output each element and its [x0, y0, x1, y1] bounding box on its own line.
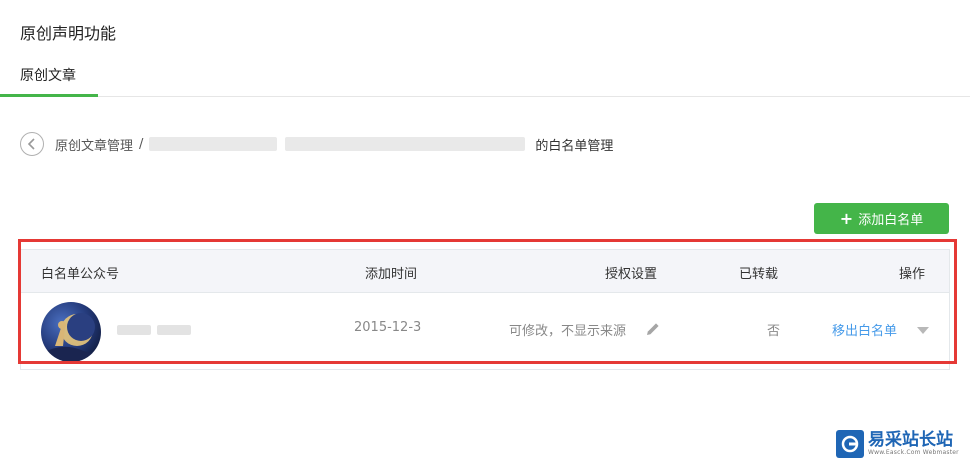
- pencil-icon[interactable]: [645, 321, 661, 337]
- whitelist-table: 白名单公众号 添加时间 授权设置 已转载 操作 2015-12-3 可修改，不显…: [20, 249, 950, 370]
- breadcrumb-current: 的白名单管理: [535, 138, 614, 154]
- chevron-left-icon: [27, 138, 35, 150]
- page-title: 原创声明功能: [20, 24, 117, 43]
- tab-original-articles[interactable]: 原创文章: [0, 60, 98, 97]
- table-header: 白名单公众号 添加时间 授权设置 已转载 操作: [21, 250, 949, 293]
- plus-icon: +: [839, 209, 854, 228]
- column-header-actions: 操作: [899, 267, 926, 282]
- permission-cell: 可修改，不显示来源: [509, 324, 627, 339]
- add-whitelist-button[interactable]: + 添加白名单: [814, 203, 949, 234]
- column-header-permission: 授权设置: [605, 267, 658, 282]
- breadcrumb-separator: /: [139, 136, 144, 152]
- watermark-logo-icon: [836, 429, 864, 458]
- column-header-reposted: 已转载: [739, 267, 779, 282]
- column-header-account: 白名单公众号: [41, 267, 120, 282]
- blurred-account-name: [149, 134, 529, 154]
- remove-whitelist-link[interactable]: 移出白名单: [832, 320, 897, 339]
- column-header-added-time: 添加时间: [365, 267, 418, 282]
- tab-bar: 原创文章: [0, 60, 970, 97]
- add-whitelist-label: 添加白名单: [858, 213, 924, 228]
- watermark: 易采站长站 Www.Easck.Com Webmaster: [836, 427, 970, 460]
- reposted-cell: 否: [767, 324, 781, 339]
- watermark-title: 易采站长站: [868, 429, 953, 450]
- blurred-account-name: [117, 325, 193, 335]
- watermark-subtitle: Www.Easck.Com Webmaster: [868, 448, 959, 456]
- chevron-down-icon[interactable]: [917, 327, 929, 334]
- table-row: 2015-12-3 可修改，不显示来源 否 移出白名单: [21, 293, 949, 369]
- breadcrumb-parent-link[interactable]: 原创文章管理: [55, 135, 133, 154]
- added-time-cell: 2015-12-3: [354, 320, 422, 335]
- tab-label: 原创文章: [20, 68, 76, 84]
- avatar: [41, 302, 101, 362]
- breadcrumb: 原创文章管理 / 的白名单管理: [20, 130, 613, 158]
- back-button[interactable]: [20, 132, 44, 156]
